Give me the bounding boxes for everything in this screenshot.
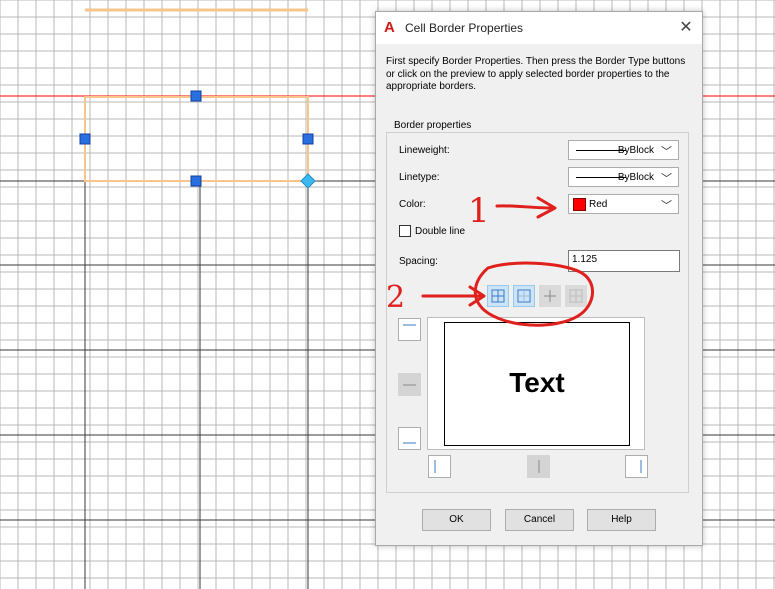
border-properties-label: Border properties [392,120,474,131]
lineweight-dropdown[interactable]: ByBlock ﹀ [568,140,679,160]
lineweight-value: ByBlock [617,145,654,156]
title-bar[interactable]: A Cell Border Properties ✕ [376,12,702,44]
chevron-down-icon: ﹀ [661,146,672,158]
horizontal-inside-border-icon [403,384,416,386]
left-border-button[interactable] [428,455,451,478]
no-borders-button[interactable] [565,285,587,307]
grip-top[interactable] [190,90,202,102]
autocad-app-icon: A [384,19,395,36]
cell-border-properties-dialog: A Cell Border Properties ✕ First specify… [375,11,703,546]
lineweight-label: Lineweight: [399,145,450,156]
bottom-border-icon [403,442,416,444]
preview-text: Text [509,367,565,398]
close-icon[interactable]: ✕ [676,18,696,38]
no-borders-icon [569,289,583,303]
top-border-button[interactable] [398,318,421,341]
outside-borders-button[interactable] [513,285,535,307]
linetype-label: Linetype: [399,172,440,183]
chevron-down-icon: ﹀ [661,173,672,185]
double-line-checkbox[interactable] [399,225,411,237]
spacing-label: Spacing: [399,256,438,267]
linetype-dropdown[interactable]: ByBlock ﹀ [568,167,679,187]
grip-corner[interactable] [300,173,316,189]
middle-border-button[interactable] [398,373,421,396]
selected-cell-outline[interactable] [84,96,309,182]
linetype-value: ByBlock [617,172,654,183]
outside-borders-icon [517,289,531,303]
spacing-input[interactable]: 1.125 [568,250,680,272]
grip-right[interactable] [302,133,314,145]
color-label: Color: [399,199,426,210]
right-border-button[interactable] [625,455,648,478]
color-value: Red [589,199,608,210]
chevron-down-icon: ﹀ [661,200,672,212]
cancel-button[interactable]: Cancel [505,509,574,531]
color-swatch [573,198,586,211]
all-borders-icon [491,289,505,303]
all-borders-button[interactable] [487,285,509,307]
left-border-icon [434,460,436,473]
double-line-label[interactable]: Double line [415,226,465,237]
inside-borders-button[interactable] [539,285,561,307]
help-button[interactable]: Help [587,509,656,531]
grip-bottom[interactable] [190,175,202,187]
border-preview[interactable]: Text [427,317,645,450]
top-border-icon [403,324,416,326]
vertical-inside-border-icon [538,460,540,473]
right-border-icon [640,460,642,473]
color-dropdown[interactable]: Red ﹀ [568,194,679,214]
vertical-inside-border-button[interactable] [527,455,550,478]
grip-left[interactable] [79,133,91,145]
instructions-text: First specify Border Properties. Then pr… [386,56,686,92]
dialog-title: Cell Border Properties [405,21,524,35]
inside-borders-icon [544,290,556,302]
preview-cell[interactable]: Text [444,322,630,446]
ok-button[interactable]: OK [422,509,491,531]
bottom-border-button[interactable] [398,427,421,450]
